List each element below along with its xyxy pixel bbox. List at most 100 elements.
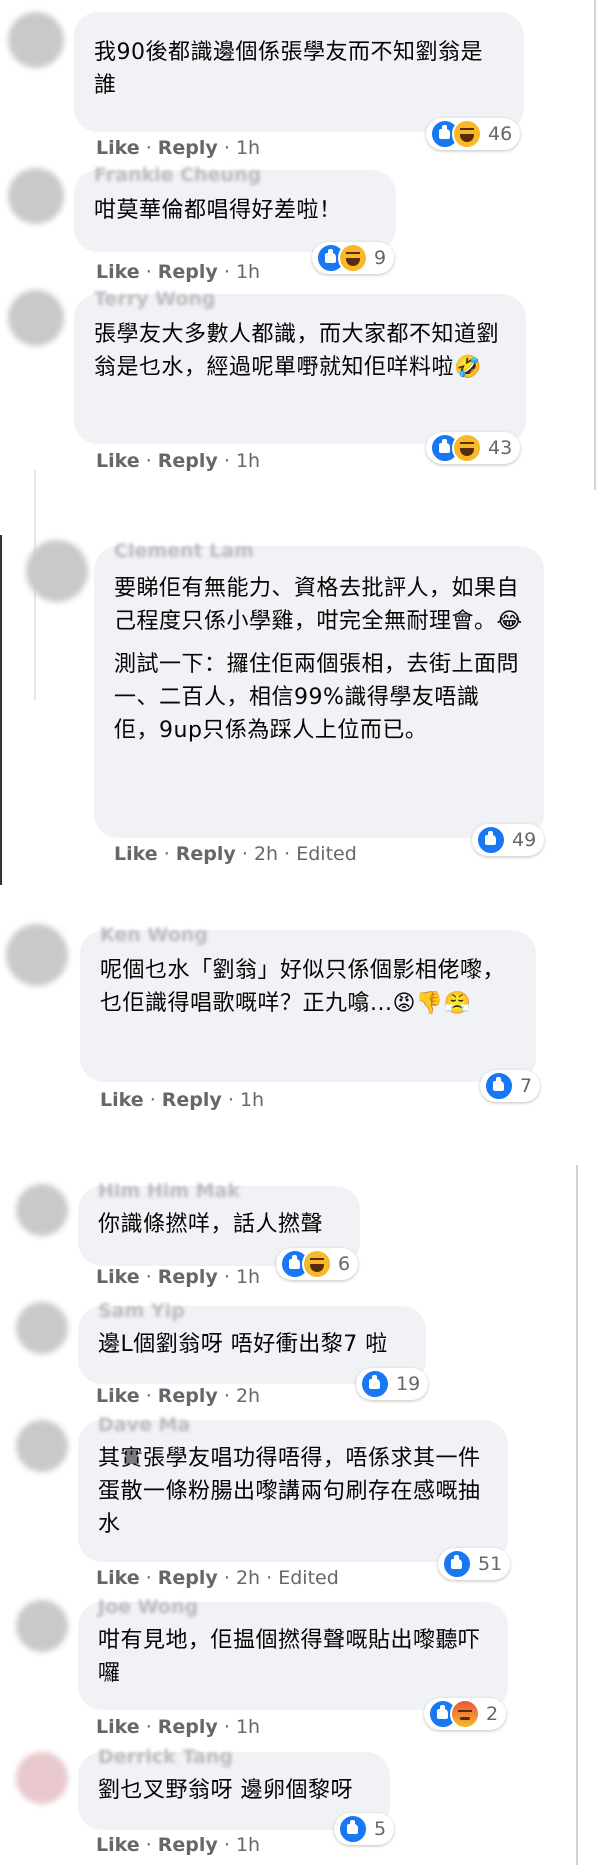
reply-button[interactable]: Reply xyxy=(158,1567,218,1589)
reply-button[interactable]: Reply xyxy=(158,1266,218,1288)
timestamp[interactable]: 1h xyxy=(236,1834,260,1856)
commenter-name[interactable]: Him Him Mak xyxy=(98,1180,240,1202)
like-icon xyxy=(360,1369,390,1399)
separator: · xyxy=(223,261,230,283)
reply-button[interactable]: Reply xyxy=(158,1834,218,1856)
reply-button[interactable]: Reply xyxy=(158,450,218,472)
comment-bubble: Joe Wong 咁有見地，佢揾個撚得聲嘅貼出嚟聽吓囉 xyxy=(78,1596,508,1710)
commenter-name[interactable]: Ken Wong xyxy=(100,924,208,946)
separator: · xyxy=(223,1385,230,1407)
timestamp[interactable]: 2h xyxy=(254,843,278,865)
separator: · xyxy=(163,843,170,865)
like-icon xyxy=(338,1814,368,1844)
like-button[interactable]: Like xyxy=(96,261,140,283)
separator: · xyxy=(223,137,230,159)
reaction-count: 6 xyxy=(338,1253,351,1275)
like-icon xyxy=(442,1549,472,1579)
like-button[interactable]: Like xyxy=(96,1716,140,1738)
comment-text: 劉乜叉野翁呀 邊卵個黎呀 xyxy=(98,1778,353,1803)
like-button[interactable]: Like xyxy=(96,1567,140,1589)
timestamp[interactable]: 2h xyxy=(236,1385,260,1407)
comment-text: 其實張學友唱功得唔得，唔係求其一件蛋散一條粉腸出嚟講兩句刷存在感嘅抽水 xyxy=(98,1446,481,1537)
avatar[interactable] xyxy=(16,1600,68,1652)
edited-label[interactable]: Edited xyxy=(278,1567,339,1589)
separator: · xyxy=(241,843,248,865)
comment-actions: Like · Reply · 2h · Edited xyxy=(114,843,357,865)
timestamp[interactable]: 1h xyxy=(236,1716,260,1738)
reply-button[interactable]: Reply xyxy=(158,261,218,283)
reaction-summary[interactable]: 2 xyxy=(424,1698,507,1730)
like-button[interactable]: Like xyxy=(100,1089,144,1111)
reaction-summary[interactable]: 7 xyxy=(480,1070,541,1102)
comment-actions: Like · Reply · 1h xyxy=(96,1266,260,1288)
timestamp[interactable]: 1h xyxy=(236,450,260,472)
timestamp[interactable]: 1h xyxy=(240,1089,264,1111)
avatar[interactable] xyxy=(16,1752,68,1804)
timestamp[interactable]: 2h xyxy=(236,1567,260,1589)
avatar[interactable] xyxy=(8,168,64,224)
reaction-count: 46 xyxy=(488,123,513,145)
haha-icon xyxy=(452,433,482,463)
separator: · xyxy=(145,1266,152,1288)
comment-actions: Like · Reply · 2h · Edited xyxy=(96,1567,339,1589)
commenter-name[interactable]: Derrick Tang xyxy=(98,1746,233,1768)
haha-icon xyxy=(452,119,482,149)
separator: · xyxy=(223,1716,230,1738)
haha-icon xyxy=(338,243,368,273)
separator: · xyxy=(145,450,152,472)
timestamp[interactable]: 1h xyxy=(236,137,260,159)
reply-button[interactable]: Reply xyxy=(158,1716,218,1738)
avatar[interactable] xyxy=(16,1420,68,1472)
commenter-name[interactable]: Joe Wong xyxy=(98,1596,198,1618)
separator: · xyxy=(145,1567,152,1589)
reaction-count: 49 xyxy=(512,829,537,851)
comment-bubble: Clement Lam 要睇佢有無能力、資格去批評人，如果自己程度只係小學雞，咁… xyxy=(94,540,544,838)
comment-text: 呢個乜水「劉翁」好似只係個影相佬嚟，乜佢識得唱歌嘅咩？正九噏...😡👎😤 xyxy=(100,958,506,1016)
separator: · xyxy=(145,1716,152,1738)
edited-label[interactable]: Edited xyxy=(296,843,357,865)
reaction-summary[interactable]: 19 xyxy=(356,1368,429,1400)
right-edge-line xyxy=(594,0,596,490)
like-icon xyxy=(484,1071,514,1101)
reaction-count: 7 xyxy=(520,1075,533,1097)
reaction-summary[interactable]: 51 xyxy=(438,1548,511,1580)
like-button[interactable]: Like xyxy=(96,137,140,159)
commenter-name[interactable]: Sam Yip xyxy=(98,1300,185,1322)
separator: · xyxy=(145,261,152,283)
comment-actions: Like · Reply · 1h xyxy=(100,1089,264,1111)
separator: · xyxy=(284,843,291,865)
like-button[interactable]: Like xyxy=(96,450,140,472)
commenter-name[interactable]: Clement Lam xyxy=(114,540,254,562)
reaction-summary[interactable]: 5 xyxy=(334,1813,395,1845)
reply-button[interactable]: Reply xyxy=(158,137,218,159)
avatar[interactable] xyxy=(26,540,88,602)
comment-bubble: Terry Wong 張學友大多數人都識，而大家都不知道劉翁是乜水，經過呢單嘢就… xyxy=(74,288,526,444)
commenter-name[interactable]: Frankie Cheung xyxy=(94,164,261,186)
comment-text: 咁莫華倫都唱得好差啦！ xyxy=(94,198,342,223)
reply-button[interactable]: Reply xyxy=(158,1385,218,1407)
avatar[interactable] xyxy=(16,1302,68,1354)
reply-button[interactable]: Reply xyxy=(162,1089,222,1111)
like-button[interactable]: Like xyxy=(96,1385,140,1407)
like-button[interactable]: Like xyxy=(96,1834,140,1856)
avatar[interactable] xyxy=(16,1184,68,1236)
reply-button[interactable]: Reply xyxy=(176,843,236,865)
separator: · xyxy=(227,1089,234,1111)
like-button[interactable]: Like xyxy=(114,843,158,865)
reaction-summary[interactable]: 49 xyxy=(472,824,545,856)
commenter-name[interactable]: Terry Wong xyxy=(94,288,216,310)
reaction-summary[interactable]: 6 xyxy=(276,1248,359,1280)
timestamp[interactable]: 1h xyxy=(236,261,260,283)
avatar[interactable] xyxy=(6,924,68,986)
reaction-summary[interactable]: 9 xyxy=(312,242,395,274)
timestamp[interactable]: 1h xyxy=(236,1266,260,1288)
avatar[interactable] xyxy=(8,290,64,346)
separator: · xyxy=(149,1089,156,1111)
avatar[interactable] xyxy=(8,12,64,68)
reaction-summary[interactable]: 43 xyxy=(426,432,521,464)
reaction-summary[interactable]: 46 xyxy=(426,118,521,150)
like-button[interactable]: Like xyxy=(96,1266,140,1288)
comment-text: 我90後都識邊個係張學友而不知劉翁是誰 xyxy=(94,40,483,98)
separator: · xyxy=(145,1834,152,1856)
commenter-name[interactable]: Dave Ma xyxy=(98,1414,190,1436)
